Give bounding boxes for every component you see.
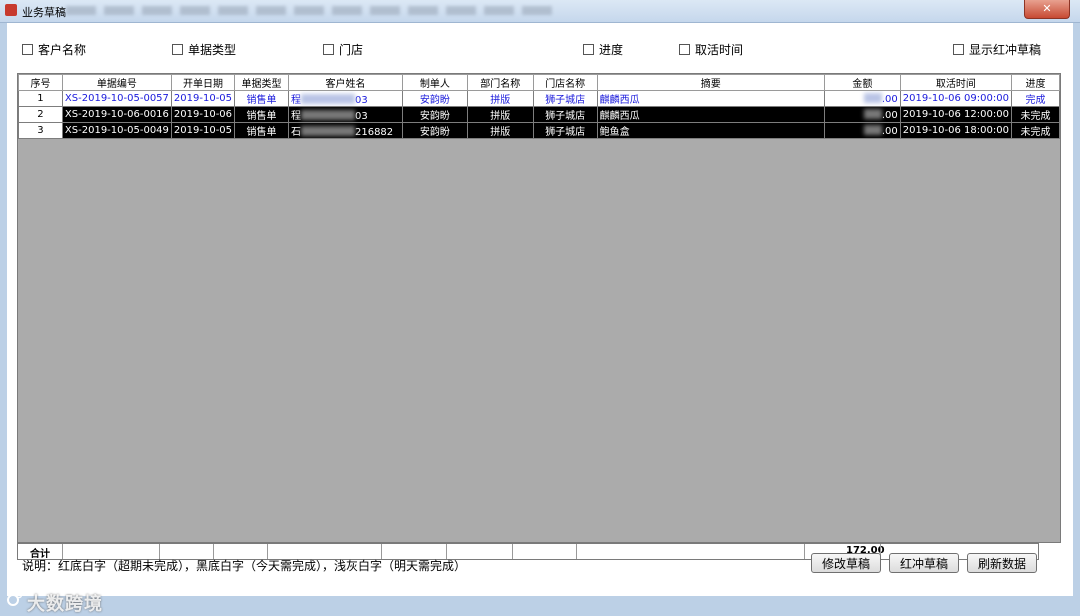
document-number: XS-2019-10-06-0016 <box>61 106 172 123</box>
document-type: 销售单 <box>234 90 289 107</box>
table-row[interactable]: 2 XS-2019-10-06-0016 2019-10-06 销售单 程 03 … <box>18 106 1061 123</box>
department: 拼版 <box>466 106 534 123</box>
document-type: 销售单 <box>234 122 289 139</box>
watermark-logo-icon <box>7 591 23 606</box>
redacted-area <box>300 94 355 104</box>
checkbox-icon[interactable] <box>323 44 334 55</box>
creator: 安韵盼 <box>401 106 468 123</box>
column-header[interactable]: 进度 <box>1010 74 1061 91</box>
column-header[interactable]: 单据类型 <box>234 74 289 91</box>
progress: 未完成 <box>1010 106 1061 123</box>
grid-table: 序号 单据编号 开单日期 单据类型 客户姓名 制单人 部门名称 门店名称 摘要 … <box>18 74 1061 139</box>
title-bar: 业务草稿 ✕ <box>0 0 1080 23</box>
filter-progress[interactable]: 进度 <box>583 41 623 58</box>
reverse-draft-button[interactable]: 红冲草稿 <box>889 553 959 573</box>
store: 狮子城店 <box>532 106 598 123</box>
edit-draft-button[interactable]: 修改草稿 <box>811 553 881 573</box>
customer-name: 程 03 <box>287 106 403 123</box>
store: 狮子城店 <box>532 122 598 139</box>
pickup-time: 2019-10-06 09:00:00 <box>899 90 1012 107</box>
app-icon <box>5 4 17 16</box>
grid-header-row: 序号 单据编号 开单日期 单据类型 客户姓名 制单人 部门名称 门店名称 摘要 … <box>18 74 1061 91</box>
checkbox-icon[interactable] <box>953 44 964 55</box>
column-header[interactable]: 取活时间 <box>899 74 1012 91</box>
column-header[interactable]: 门店名称 <box>532 74 598 91</box>
blurred-title-info <box>66 6 556 15</box>
summary: 麒麟西瓜 <box>596 106 825 123</box>
redacted-area <box>863 92 882 103</box>
main-panel: 客户名称 单据类型 门店 进度 取活时间 显示红冲草稿 序号 单据编号 开单日期… <box>7 23 1073 615</box>
checkbox-icon[interactable] <box>172 44 183 55</box>
document-number: XS-2019-10-05-0057 <box>61 90 172 107</box>
column-header[interactable]: 金额 <box>823 74 901 91</box>
pickup-time: 2019-10-06 18:00:00 <box>899 122 1012 139</box>
table-row[interactable]: 3 XS-2019-10-05-0049 2019-10-05 销售单 石 216… <box>18 122 1061 139</box>
legend-note: 说明：红底白字（超期未完成），黑底白字（今天需完成），浅灰白字（明天需完成） <box>22 559 467 573</box>
redacted-area <box>300 110 355 120</box>
amount: .00 <box>823 122 901 139</box>
filter-bar: 客户名称 单据类型 门店 进度 取活时间 显示红冲草稿 <box>7 41 1073 61</box>
watermark-text: 大数跨境 <box>27 594 103 615</box>
column-header[interactable]: 单据编号 <box>61 74 172 91</box>
open-date: 2019-10-05 <box>170 122 236 139</box>
column-divider <box>576 544 577 559</box>
column-divider <box>804 544 805 559</box>
progress: 完成 <box>1010 90 1061 107</box>
checkbox-icon[interactable] <box>22 44 33 55</box>
column-header[interactable]: 客户姓名 <box>287 74 403 91</box>
summary: 麒麟西瓜 <box>596 90 825 107</box>
column-header[interactable]: 部门名称 <box>466 74 534 91</box>
filter-store[interactable]: 门店 <box>323 41 363 58</box>
window-title: 业务草稿 <box>22 6 66 19</box>
column-header[interactable]: 序号 <box>18 74 63 91</box>
column-header[interactable]: 制单人 <box>401 74 468 91</box>
amount: .00 <box>823 106 901 123</box>
customer-name: 石 216882 <box>287 122 403 139</box>
row-index: 1 <box>18 90 63 107</box>
open-date: 2019-10-06 <box>170 106 236 123</box>
redacted-area <box>863 108 882 119</box>
redacted-area <box>300 126 355 136</box>
filter-pickup-time[interactable]: 取活时间 <box>679 41 743 58</box>
checkbox-icon[interactable] <box>679 44 690 55</box>
department: 拼版 <box>466 90 534 107</box>
column-header[interactable]: 摘要 <box>596 74 825 91</box>
table-row[interactable]: 1 XS-2019-10-05-0057 2019-10-05 销售单 程 03 … <box>18 90 1061 107</box>
close-button[interactable]: ✕ <box>1024 0 1070 19</box>
department: 拼版 <box>466 122 534 139</box>
row-index: 3 <box>18 122 63 139</box>
column-header[interactable]: 开单日期 <box>170 74 236 91</box>
column-divider <box>512 544 513 559</box>
data-grid[interactable]: 序号 单据编号 开单日期 单据类型 客户姓名 制单人 部门名称 门店名称 摘要 … <box>17 73 1061 543</box>
row-index: 2 <box>18 106 63 123</box>
pickup-time: 2019-10-06 12:00:00 <box>899 106 1012 123</box>
document-type: 销售单 <box>234 106 289 123</box>
filter-show-reversed[interactable]: 显示红冲草稿 <box>953 41 1041 58</box>
refresh-data-button[interactable]: 刷新数据 <box>967 553 1037 573</box>
creator: 安韵盼 <box>401 122 468 139</box>
checkbox-icon[interactable] <box>583 44 594 55</box>
customer-name: 程 03 <box>287 90 403 107</box>
document-number: XS-2019-10-05-0049 <box>61 122 172 139</box>
filter-document-type[interactable]: 单据类型 <box>172 41 236 58</box>
progress: 未完成 <box>1010 122 1061 139</box>
open-date: 2019-10-05 <box>170 90 236 107</box>
filter-customer-name[interactable]: 客户名称 <box>22 41 86 58</box>
redacted-area <box>863 124 882 135</box>
amount: .00 <box>823 90 901 107</box>
store: 狮子城店 <box>532 90 598 107</box>
summary: 鲍鱼盒 <box>596 122 825 139</box>
creator: 安韵盼 <box>401 90 468 107</box>
